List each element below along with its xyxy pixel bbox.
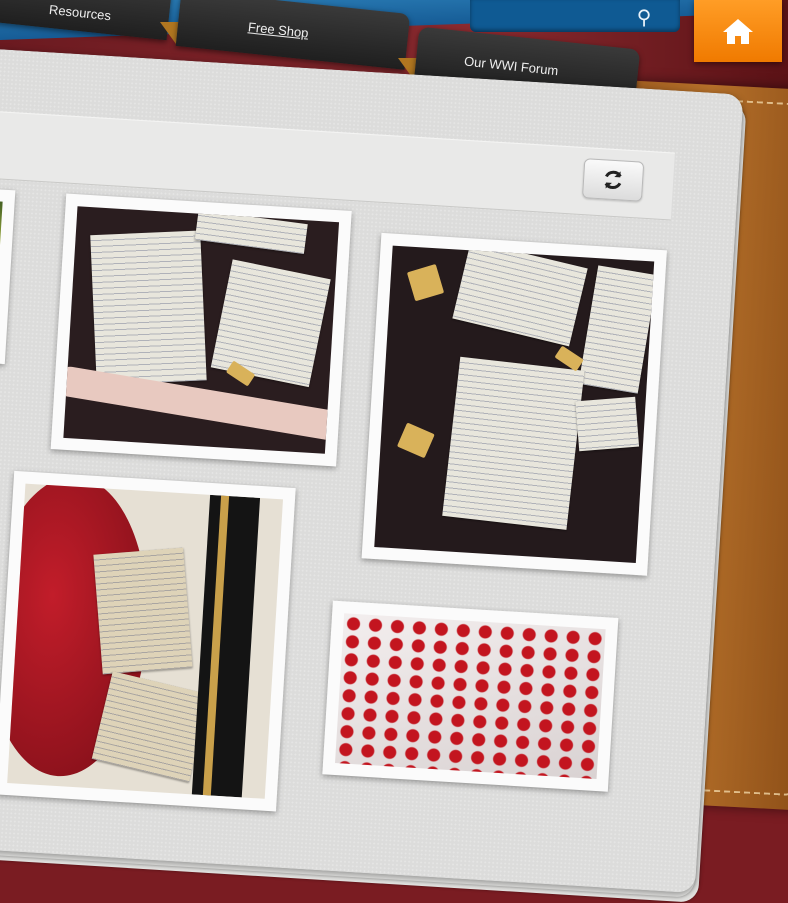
refresh-icon	[604, 170, 622, 190]
photo-image	[335, 613, 606, 780]
photo-image	[0, 199, 3, 352]
photo-image	[7, 483, 284, 799]
gallery-photo[interactable]	[50, 193, 352, 467]
photo-image	[374, 245, 655, 563]
photo-image	[63, 206, 340, 454]
search-icon[interactable]: ⚲	[632, 6, 656, 30]
tab-label: Free Shop	[247, 19, 310, 41]
tab-label: Resources	[48, 1, 112, 24]
home-icon	[723, 19, 753, 44]
tab-label: Our WWI Forum	[463, 53, 560, 79]
refresh-button[interactable]	[581, 158, 645, 202]
home-button[interactable]	[694, 0, 782, 62]
gallery-panel	[0, 48, 744, 894]
gallery-photo[interactable]	[322, 600, 619, 792]
gallery-photo[interactable]	[361, 232, 667, 576]
gallery-photo[interactable]	[0, 470, 296, 812]
gallery-photo[interactable]	[0, 186, 16, 365]
